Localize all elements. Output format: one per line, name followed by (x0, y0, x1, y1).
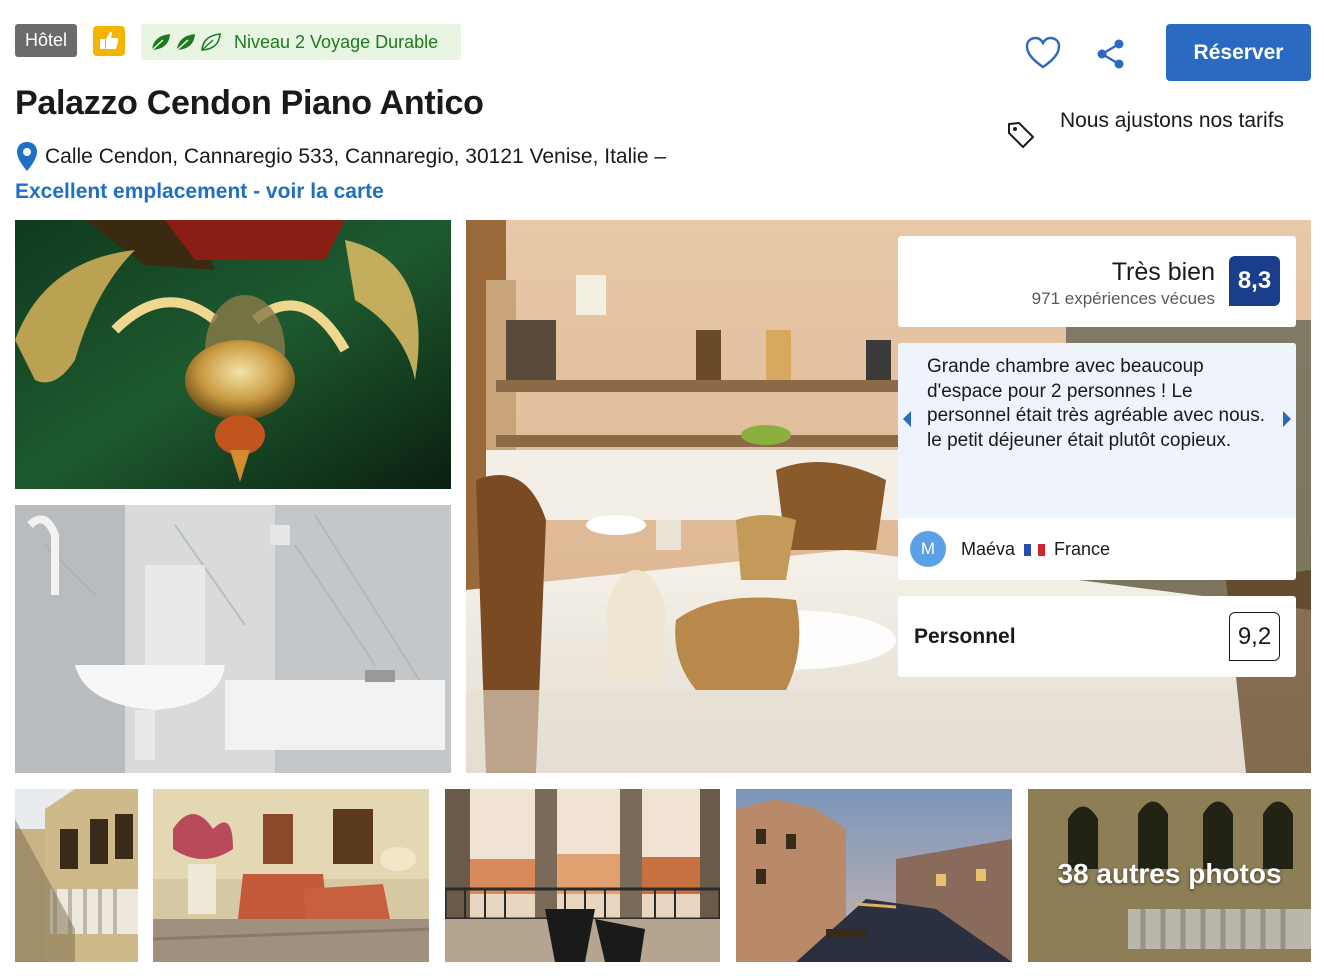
next-review-button[interactable] (1274, 399, 1296, 439)
photo-facade[interactable] (15, 789, 138, 962)
photo-canal-view[interactable] (736, 789, 1012, 962)
photo-bathroom[interactable] (15, 505, 451, 773)
review-quote: Grande chambre avec beaucoup d'espace po… (927, 356, 1265, 451)
thumbs-up-icon (93, 26, 125, 56)
map-pin-icon (15, 141, 39, 178)
category-score: 9,2 (1229, 612, 1280, 661)
map-link[interactable]: Excellent emplacement - voir la carte (15, 180, 384, 204)
reserve-button[interactable]: Réserver (1166, 24, 1311, 81)
rating-count: 971 expériences vécues (1031, 289, 1215, 308)
leaf-icon (176, 34, 195, 51)
leaf-icon (151, 34, 170, 51)
reviewer-country: France (1054, 539, 1111, 559)
guest-review-card: Grande chambre avec beaucoup d'espace po… (898, 343, 1296, 580)
photo-chandelier[interactable] (15, 220, 451, 489)
hotel-title: Palazzo Cendon Piano Antico (15, 84, 484, 122)
category-score-card[interactable]: Personnel 9,2 (898, 596, 1296, 677)
rating-card[interactable]: Très bien 971 expériences vécues 8,3 (898, 236, 1296, 327)
heart-icon[interactable] (1024, 36, 1062, 75)
chevron-left-icon (903, 411, 911, 427)
chevron-right-icon (1283, 411, 1291, 427)
avatar: M (910, 531, 946, 567)
quote-area: Grande chambre avec beaucoup d'espace po… (898, 343, 1296, 518)
photo-balcony-view[interactable] (445, 789, 720, 962)
price-tag-icon (1006, 120, 1036, 155)
sustainability-label: Niveau 2 Voyage Durable (234, 31, 439, 52)
flag-france-icon (1024, 544, 1045, 556)
more-photos-label[interactable]: 38 autres photos (1028, 858, 1311, 890)
photo-lounge[interactable] (153, 789, 429, 962)
sustainability-badge[interactable]: Niveau 2 Voyage Durable (141, 24, 461, 60)
category-label: Personnel (914, 625, 1016, 648)
property-type-badge: Hôtel (15, 24, 77, 57)
review-score: 8,3 (1229, 256, 1280, 306)
share-icon[interactable] (1096, 38, 1126, 75)
previous-review-button[interactable] (898, 399, 920, 439)
price-adjust-note: Nous ajustons nos tarifs (1059, 109, 1285, 132)
hotel-address: Calle Cendon, Cannaregio 533, Cannaregio… (45, 145, 667, 168)
rating-word: Très bien (1111, 258, 1215, 286)
leaf-outline-icon (201, 33, 221, 51)
reviewer-name: Maéva (961, 539, 1016, 559)
